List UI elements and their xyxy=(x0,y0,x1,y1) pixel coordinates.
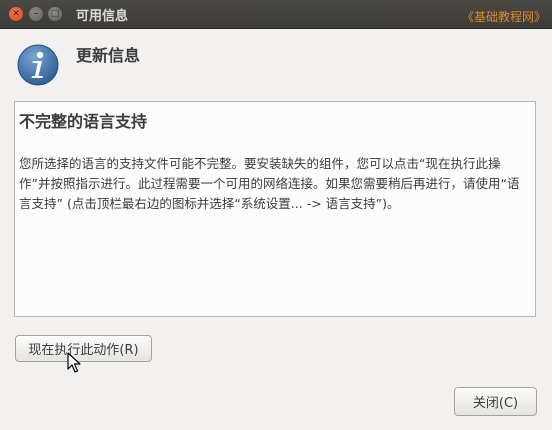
panel-heading: 不完整的语言支持 xyxy=(19,112,148,131)
close-button[interactable]: 关闭(C) xyxy=(454,387,537,416)
mouse-pointer-icon xyxy=(67,352,81,373)
window-maximize-icon[interactable]: □ xyxy=(48,7,62,21)
window-minimize-icon[interactable]: – xyxy=(29,7,43,21)
window-titlebar: ✕ – □ 可用信息 《基础教程网》 xyxy=(0,0,552,29)
window-close-icon[interactable]: ✕ xyxy=(9,7,23,21)
info-panel: 不完整的语言支持 您所选择的语言的支持文件可能不完整。要安装缺失的组件，您可以点… xyxy=(14,101,536,317)
window-title: 可用信息 xyxy=(76,9,129,24)
info-icon xyxy=(17,44,59,86)
panel-body-text: 您所选择的语言的支持文件可能不完整。要安装缺失的组件，您可以点击“现在执行此操作… xyxy=(19,156,520,211)
watermark-text: 《基础教程网》 xyxy=(461,10,546,24)
run-action-button[interactable]: 现在执行此动作(R) xyxy=(15,335,152,362)
header-title: 更新信息 xyxy=(76,46,141,65)
